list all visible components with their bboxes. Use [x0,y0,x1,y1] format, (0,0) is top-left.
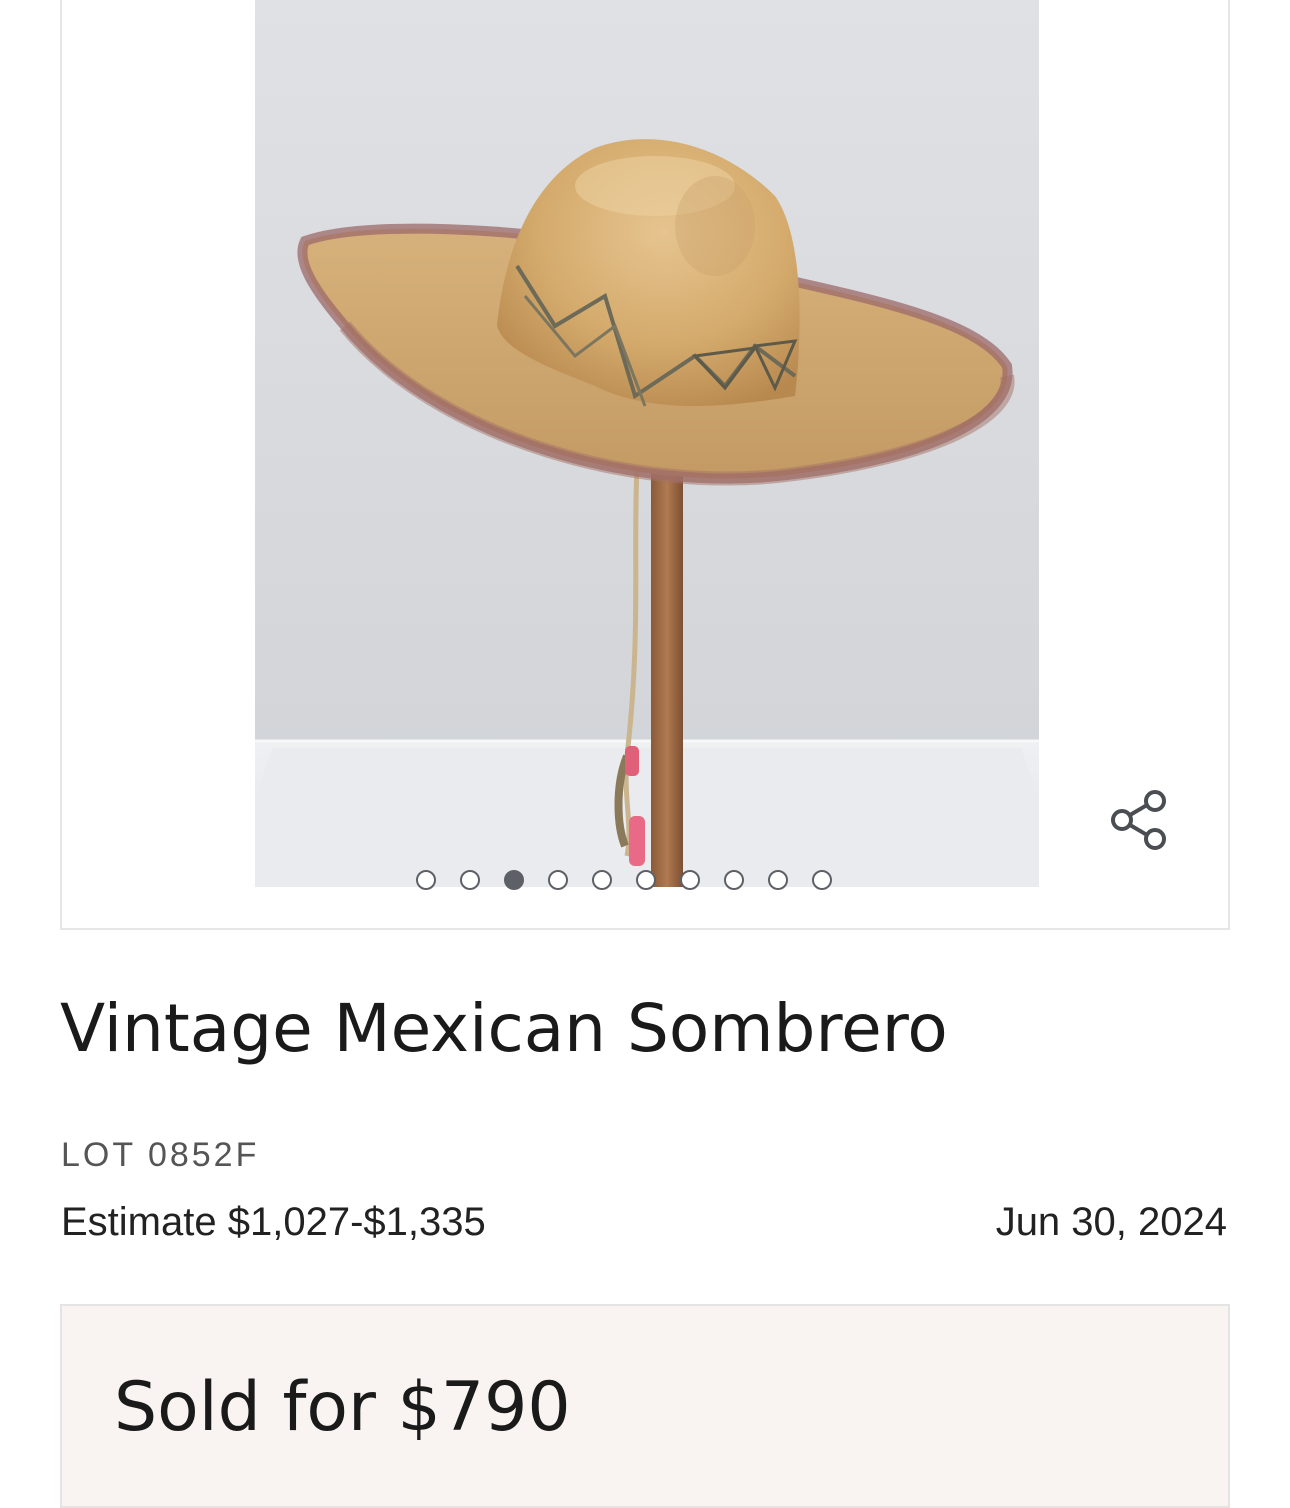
estimate-range: Estimate $1,027-$1,335 [61,1200,486,1244]
carousel-dot-4[interactable] [548,870,568,890]
share-icon [1109,789,1169,856]
carousel-dots [416,870,832,890]
carousel-dot-3-active[interactable] [504,870,524,890]
carousel-dot-10[interactable] [812,870,832,890]
carousel-dot-1[interactable] [416,870,436,890]
sold-price: Sold for $790 [114,1368,571,1447]
carousel-dot-6[interactable] [636,870,656,890]
auction-date: Jun 30, 2024 [995,1200,1227,1244]
image-gallery[interactable] [60,0,1230,930]
sombrero-photo[interactable] [255,0,1039,887]
carousel-dot-2[interactable] [460,870,480,890]
sold-price-panel: Sold for $790 [60,1304,1230,1508]
carousel-dot-5[interactable] [592,870,612,890]
lot-number: LOT 0852F [61,1136,260,1174]
lot-title: Vintage Mexican Sombrero [60,990,948,1067]
share-button[interactable] [1106,789,1172,855]
carousel-dot-7[interactable] [680,870,700,890]
carousel-dot-9[interactable] [768,870,788,890]
carousel-dot-8[interactable] [724,870,744,890]
